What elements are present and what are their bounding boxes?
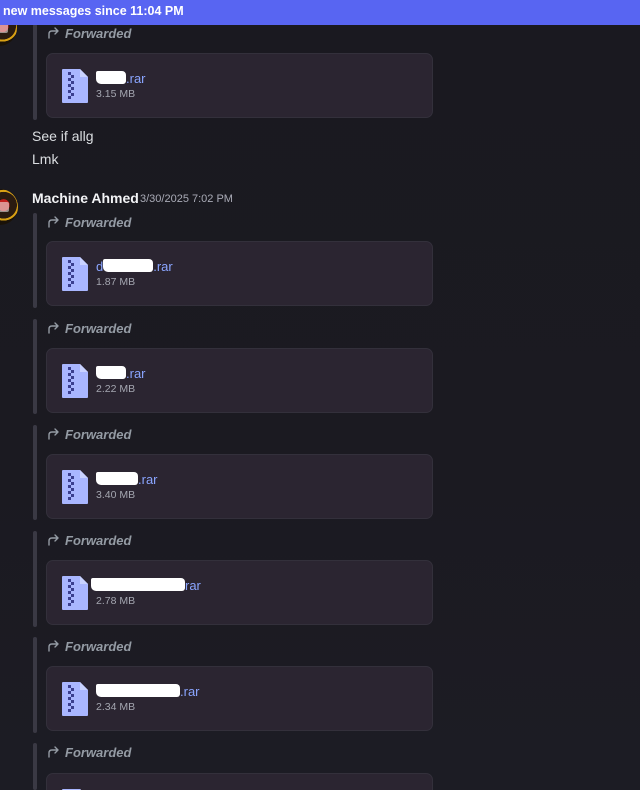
archive-file-icon — [61, 469, 89, 505]
file-attachment[interactable]: .rar 3.15 MB — [46, 53, 433, 118]
forwarded-label-text: Forwarded — [65, 638, 132, 654]
message-timestamp[interactable]: 3/30/2025 7:02 PM — [140, 193, 233, 205]
forwarded-label: Forwarded — [47, 637, 131, 655]
forward-bar — [33, 213, 37, 308]
file-attachment[interactable]: d .rar 1.87 MB — [46, 241, 433, 306]
forward-bar — [33, 531, 37, 627]
forward-arrow-icon — [47, 534, 61, 546]
forwarded-label: Forwarded — [47, 531, 131, 549]
forwarded-label: Forwarded — [47, 319, 131, 337]
chat-viewport: new messages since 11:04 PM Forwarded .r… — [0, 0, 640, 790]
forward-bar — [33, 425, 37, 520]
redaction — [91, 578, 185, 591]
file-extension: rar — [185, 578, 201, 593]
redaction — [96, 472, 138, 485]
file-extension: .rar — [126, 366, 146, 381]
file-extension: .rar — [126, 71, 146, 86]
file-name-link[interactable]: .rar — [96, 366, 146, 381]
file-attachment[interactable] — [46, 773, 433, 790]
forward-arrow-icon — [47, 216, 61, 228]
redaction — [96, 684, 180, 697]
file-size: 2.22 MB — [96, 383, 136, 395]
forwarded-label-text: Forwarded — [65, 426, 132, 442]
file-name-link[interactable]: rar — [91, 578, 201, 593]
forward-arrow-icon — [47, 322, 61, 334]
archive-file-icon — [61, 363, 89, 399]
archive-file-icon — [61, 575, 89, 611]
file-extension: .rar — [138, 472, 158, 487]
file-extension: .rar — [153, 259, 173, 274]
file-name-link[interactable]: .rar — [96, 71, 146, 86]
forwarded-message: Forwarded d .rar 1.87 MB — [33, 213, 453, 308]
forwarded-label-text: Forwarded — [65, 25, 132, 41]
forward-bar — [33, 24, 37, 120]
file-name-link[interactable]: .rar — [96, 684, 200, 699]
author-name[interactable]: Machine Ahmed — [32, 190, 139, 206]
forwarded-label: Forwarded — [47, 213, 131, 231]
forwarded-label-text: Forwarded — [65, 744, 132, 760]
message-text: See if allg — [32, 128, 94, 144]
avatar[interactable] — [0, 189, 18, 225]
file-size: 3.40 MB — [96, 489, 136, 501]
forwarded-message: Forwarded rar 2.78 MB — [33, 531, 453, 627]
forward-arrow-icon — [47, 428, 61, 440]
file-attachment[interactable]: .rar 2.22 MB — [46, 348, 433, 413]
archive-file-icon — [61, 681, 89, 717]
redaction — [96, 71, 126, 84]
file-attachment[interactable]: rar 2.78 MB — [46, 560, 433, 625]
archive-file-icon — [61, 68, 89, 104]
forwarded-message: Forwarded — [33, 743, 453, 790]
file-name-prefix: d — [96, 259, 104, 274]
file-extension: .rar — [180, 684, 200, 699]
file-attachment[interactable]: .rar 2.34 MB — [46, 666, 433, 731]
file-size: 1.87 MB — [96, 276, 136, 288]
forwarded-message: Forwarded .rar 3.40 MB — [33, 425, 453, 520]
new-messages-banner[interactable]: new messages since 11:04 PM — [0, 0, 640, 25]
forwarded-label: Forwarded — [47, 425, 131, 443]
avatar-emblem — [0, 202, 9, 212]
file-attachment[interactable]: .rar 3.40 MB — [46, 454, 433, 519]
redaction — [96, 366, 126, 379]
redaction — [103, 259, 154, 272]
forward-bar — [33, 637, 37, 733]
forward-bar — [33, 743, 37, 790]
forwarded-label: Forwarded — [47, 24, 131, 42]
archive-file-icon — [61, 256, 89, 292]
forward-bar — [33, 319, 37, 414]
forward-arrow-icon — [47, 746, 61, 758]
file-size: 3.15 MB — [96, 88, 136, 100]
file-size: 2.34 MB — [96, 701, 136, 713]
message-text: Lmk — [32, 151, 59, 167]
forwarded-message: Forwarded .rar 3.15 MB — [33, 24, 453, 120]
forwarded-label-text: Forwarded — [65, 214, 132, 230]
forwarded-label-text: Forwarded — [65, 320, 132, 336]
forwarded-label: Forwarded — [47, 743, 131, 761]
file-size: 2.78 MB — [96, 595, 136, 607]
forwarded-message: Forwarded .rar 2.34 MB — [33, 637, 453, 733]
file-name-link[interactable]: d .rar — [96, 259, 173, 274]
forward-arrow-icon — [47, 640, 61, 652]
file-name-link[interactable]: .rar — [96, 472, 158, 487]
forward-arrow-icon — [47, 27, 61, 39]
forwarded-label-text: Forwarded — [65, 532, 132, 548]
forwarded-message: Forwarded .rar 2.22 MB — [33, 319, 453, 414]
